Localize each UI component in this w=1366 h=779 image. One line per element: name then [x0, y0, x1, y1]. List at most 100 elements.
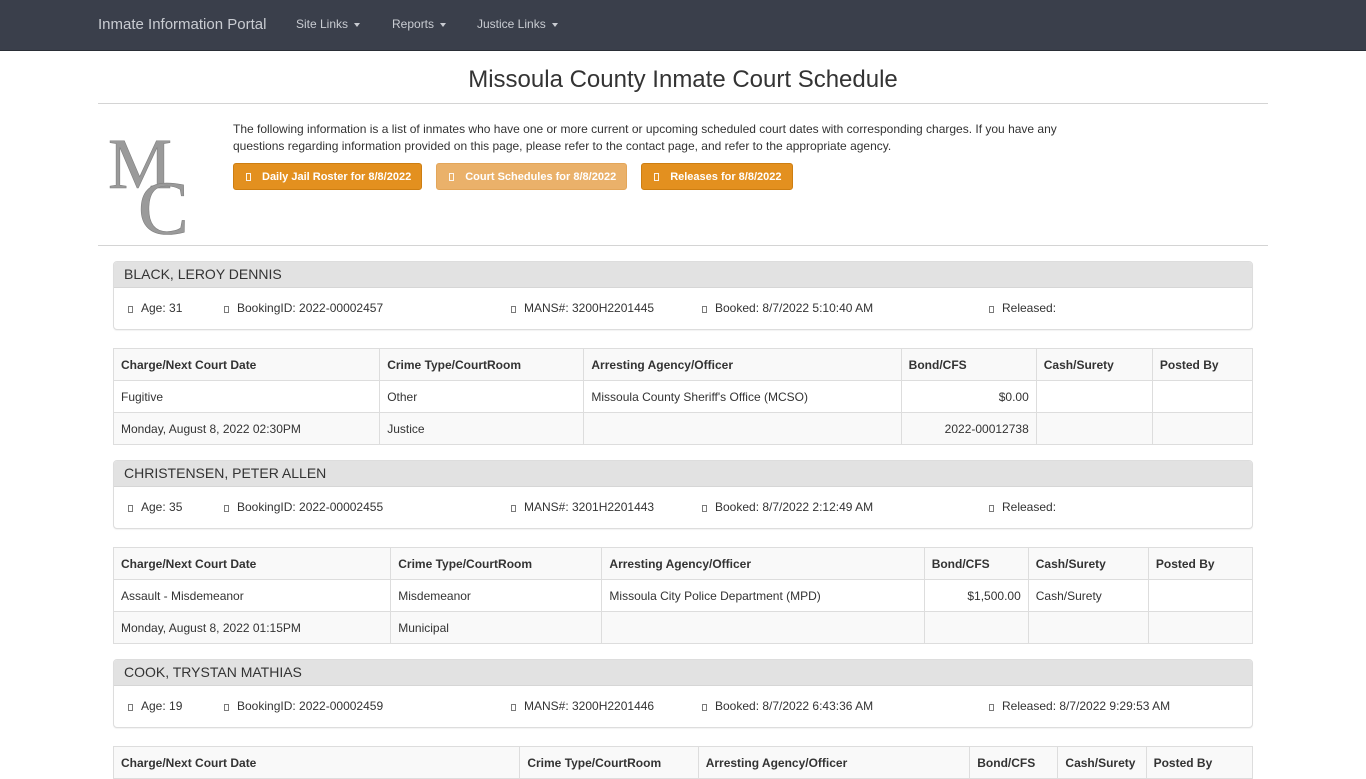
column-header[interactable]: Cash/Surety [1027, 547, 1149, 580]
column-header[interactable]: Arresting Agency/Officer [583, 348, 902, 381]
column-header[interactable]: Arresting Agency/Officer [697, 746, 971, 779]
caret-down-icon [551, 22, 558, 27]
charge-cell: Justice [379, 412, 585, 445]
column-header[interactable]: Bond/CFS [900, 348, 1037, 381]
id-card-icon [511, 704, 516, 711]
calendar-icon [702, 704, 707, 711]
released-value: Released: [1002, 500, 1057, 514]
charges-table: Charge/Next Court Date Crime Type/CourtRo… [112, 348, 1254, 445]
charge-row: Monday, August 8, 2022 01:15PM Municipal [112, 611, 1254, 644]
tag-icon [224, 704, 229, 711]
tag-icon [224, 306, 229, 313]
charge-row: Fugitive Other Missoula County Sheriff's O… [112, 380, 1254, 413]
caret-down-icon [354, 22, 361, 27]
charge-row: Monday, August 8, 2022 02:30PM Justice 202… [112, 412, 1254, 445]
inmate-details: Age: 31 BookingID: 2022-00002457 MANS#: … [114, 288, 1252, 329]
charge-cell: Misdemeanor [390, 579, 603, 612]
calendar-icon [989, 306, 994, 313]
column-header[interactable]: Bond/CFS [923, 547, 1029, 580]
inmate-panel: BLACK, LEROY DENNIS Age: 31 BookingID: 2… [113, 261, 1253, 330]
court-schedules-button[interactable]: Court Schedules for 8/8/2022 [436, 163, 628, 190]
charges-header-row: Charge/Next Court Date Crime Type/CourtRo… [112, 547, 1254, 580]
calendar-icon [989, 505, 994, 512]
column-header[interactable]: Posted By [1151, 348, 1254, 381]
column-header[interactable]: Cash/Surety [1035, 348, 1153, 381]
age-field: Age: 31 [128, 301, 182, 315]
releases-button[interactable]: Releases for 8/8/2022 [641, 163, 793, 190]
booking-id-field: BookingID: 2022-00002455 [224, 500, 383, 514]
age-value: Age: 31 [141, 301, 183, 315]
released-field: Released: [989, 500, 1056, 514]
user-icon [128, 306, 133, 313]
column-header[interactable]: Cash/Surety [1057, 746, 1147, 779]
charge-cell [1151, 412, 1254, 445]
charge-cell [1147, 579, 1254, 612]
charge-cell: Cash/Surety [1027, 579, 1149, 612]
age-value: Age: 19 [141, 699, 183, 713]
inmate-list: BLACK, LEROY DENNIS Age: 31 BookingID: 2… [98, 261, 1268, 779]
charge-cell [1035, 380, 1153, 413]
charge-cell: Assault - Misdemeanor [112, 579, 392, 612]
column-header[interactable]: Crime Type/CourtRoom [390, 547, 603, 580]
court-schedules-label: Court Schedules for 8/8/2022 [465, 170, 617, 183]
inmate-name: CHRISTENSEN, PETER ALLEN [114, 461, 1252, 487]
age-field: Age: 35 [128, 500, 182, 514]
booking-id-field: BookingID: 2022-00002457 [224, 301, 383, 315]
calendar-icon [989, 704, 994, 711]
mans-value: MANS#: 3201H2201443 [524, 500, 655, 514]
nav-justice-links[interactable]: Justice Links [477, 17, 558, 31]
booking-id-value: BookingID: 2022-00002459 [237, 699, 384, 713]
charge-cell: Municipal [390, 611, 603, 644]
charges-table: Charge/Next Court Date Crime Type/CourtRo… [112, 547, 1254, 644]
charge-cell: Other [379, 380, 585, 413]
tag-icon [224, 505, 229, 512]
calendar-icon [702, 306, 707, 313]
booking-id-value: BookingID: 2022-00002457 [237, 301, 384, 315]
column-header[interactable]: Posted By [1145, 746, 1254, 779]
inmate-panel: CHRISTENSEN, PETER ALLEN Age: 35 Booking… [113, 460, 1253, 529]
column-header[interactable]: Charge/Next Court Date [112, 547, 392, 580]
daily-jail-roster-label: Daily Jail Roster for 8/8/2022 [262, 170, 412, 183]
divider [98, 245, 1268, 246]
intro-section: M C The following information is a list … [98, 104, 1268, 245]
id-card-icon [511, 306, 516, 313]
top-navbar: Inmate Information Portal Site Links Rep… [0, 0, 1366, 51]
page-title: Missoula County Inmate Court Schedule [468, 66, 898, 93]
charge-row: Assault - Misdemeanor Misdemeanor Missoula… [112, 579, 1254, 612]
column-header[interactable]: Bond/CFS [969, 746, 1059, 779]
booked-field: Booked: 8/7/2022 2:12:49 AM [702, 500, 873, 514]
mans-value: MANS#: 3200H2201446 [524, 699, 655, 713]
nav-site-links[interactable]: Site Links [296, 17, 361, 31]
column-header[interactable]: Charge/Next Court Date [112, 746, 521, 779]
nav-justice-links-label: Justice Links [477, 17, 546, 31]
daily-jail-roster-button[interactable]: Daily Jail Roster for 8/8/2022 [233, 163, 423, 190]
intro-text: The following information is a list of i… [233, 122, 1057, 153]
column-header[interactable]: Crime Type/CourtRoom [519, 746, 699, 779]
column-header[interactable]: Posted By [1147, 547, 1254, 580]
svg-text:C: C [138, 167, 189, 236]
column-header[interactable]: Charge/Next Court Date [112, 348, 381, 381]
id-card-icon [511, 505, 516, 512]
user-icon [128, 704, 133, 711]
main-container: Missoula County Inmate Court Schedule M … [98, 51, 1268, 779]
report-buttons: Daily Jail Roster for 8/8/2022 Court Sch… [233, 163, 793, 190]
charge-cell: $1,500.00 [923, 579, 1029, 612]
mans-field: MANS#: 3201H2201443 [511, 500, 654, 514]
released-field: Released: [989, 301, 1056, 315]
release-icon [654, 172, 660, 181]
nav-reports[interactable]: Reports [392, 17, 447, 31]
charge-cell: Monday, August 8, 2022 01:15PM [112, 611, 392, 644]
brand-link[interactable]: Inmate Information Portal [98, 16, 266, 33]
booked-field: Booked: 8/7/2022 5:10:40 AM [702, 301, 873, 315]
mans-value: MANS#: 3200H2201445 [524, 301, 655, 315]
charge-cell [1027, 611, 1149, 644]
released-value: Released: [1002, 301, 1057, 315]
age-value: Age: 35 [141, 500, 183, 514]
column-header[interactable]: Crime Type/CourtRoom [379, 348, 585, 381]
age-field: Age: 19 [128, 699, 182, 713]
charge-cell [601, 611, 925, 644]
column-header[interactable]: Arresting Agency/Officer [601, 547, 925, 580]
list-icon [246, 172, 251, 181]
charge-cell [1147, 611, 1254, 644]
caret-down-icon [440, 22, 447, 27]
